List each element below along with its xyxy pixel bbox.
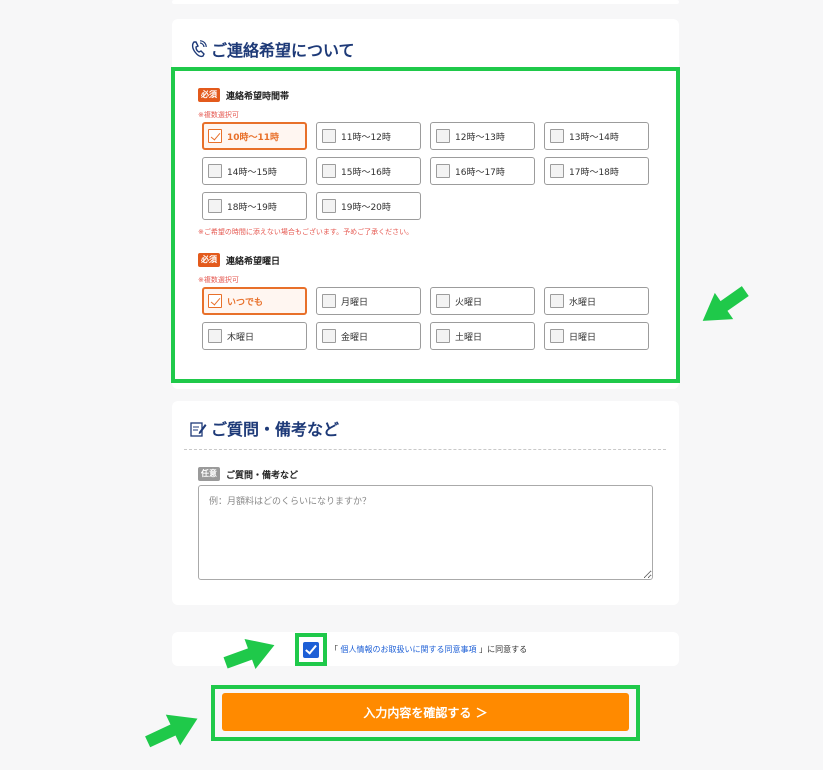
arrow-pointer-icon — [702, 286, 749, 321]
checkbox[interactable] — [436, 164, 450, 178]
time-slot-option-label: 18時～19時 — [227, 202, 277, 213]
memo-edit-icon — [190, 421, 207, 437]
time-slot-option-label: 11時～12時 — [341, 132, 391, 143]
weekday-option[interactable]: いつでも — [202, 287, 307, 315]
checkbox[interactable] — [322, 199, 336, 213]
day-field-label-text: 連絡希望曜日 — [226, 256, 281, 267]
time-slot-option-label: 16時～17時 — [455, 167, 505, 178]
contact-section-title: ご連絡希望について — [191, 37, 355, 61]
required-badge: 必須 — [198, 253, 220, 267]
arrow-pointer-icon — [145, 714, 198, 748]
time-slot-option-label: 13時～14時 — [569, 132, 619, 143]
checkbox[interactable] — [322, 294, 336, 308]
time-slot-option-label: 19時～20時 — [341, 202, 391, 213]
agreement-text: 「 個人情報のお取扱いに関する同意事項 」に同意する — [330, 644, 527, 655]
time-slot-option[interactable]: 17時～18時 — [544, 157, 649, 185]
checkbox[interactable] — [550, 329, 564, 343]
time-slot-option-label: 15時～16時 — [341, 167, 391, 178]
weekday-option[interactable]: 金曜日 — [316, 322, 421, 350]
time-slot-option[interactable]: 10時～11時 — [202, 122, 307, 150]
time-slot-option[interactable]: 19時～20時 — [316, 192, 421, 220]
time-slot-option-label: 17時～18時 — [569, 167, 619, 178]
weekday-option-label: いつでも — [227, 297, 264, 308]
time-slot-option[interactable]: 11時～12時 — [316, 122, 421, 150]
arrow-pointer-icon — [223, 638, 275, 670]
question-section-title-text: ご質問・備考など — [211, 420, 340, 439]
weekday-option-label: 火曜日 — [455, 297, 483, 308]
checkbox[interactable] — [208, 164, 222, 178]
previous-card-edge — [172, 0, 679, 4]
time-field-label: 必須 連絡希望時間帯 — [198, 88, 289, 102]
question-field-label-text: ご質問・備考など — [226, 470, 299, 481]
weekday-option[interactable]: 水曜日 — [544, 287, 649, 315]
question-section-title: ご質問・備考など — [190, 416, 339, 440]
time-multi-note: ※複数選択可 — [198, 111, 239, 119]
weekday-option-label: 土曜日 — [455, 332, 483, 343]
time-slot-option-label: 10時～11時 — [227, 132, 280, 143]
weekday-option-label: 木曜日 — [227, 332, 255, 343]
time-slot-option[interactable]: 12時～13時 — [430, 122, 535, 150]
day-multi-note: ※複数選択可 — [198, 276, 239, 284]
weekday-option[interactable]: 木曜日 — [202, 322, 307, 350]
agreement-open-bracket: 「 — [330, 645, 338, 654]
time-slot-option[interactable]: 13時～14時 — [544, 122, 649, 150]
weekday-option-label: 水曜日 — [569, 297, 597, 308]
time-slot-option[interactable]: 14時～15時 — [202, 157, 307, 185]
optional-badge: 任意 — [198, 467, 220, 481]
time-slot-option[interactable]: 15時～16時 — [316, 157, 421, 185]
weekday-option[interactable]: 火曜日 — [430, 287, 535, 315]
weekday-option-label: 金曜日 — [341, 332, 369, 343]
day-field-label: 必須 連絡希望曜日 — [198, 253, 280, 267]
checkbox[interactable] — [436, 294, 450, 308]
checkbox[interactable] — [322, 329, 336, 343]
agreement-checkbox-highlight — [295, 633, 327, 666]
checkbox[interactable] — [436, 129, 450, 143]
checkbox[interactable] — [208, 199, 222, 213]
agreement-checkbox[interactable] — [303, 641, 319, 658]
checkbox[interactable] — [208, 129, 222, 143]
weekday-option[interactable]: 日曜日 — [544, 322, 649, 350]
section-divider — [184, 449, 666, 450]
required-badge: 必須 — [198, 88, 220, 102]
checkbox[interactable] — [208, 294, 222, 308]
time-field-label-text: 連絡希望時間帯 — [226, 91, 290, 102]
agreement-close-text: 」に同意する — [479, 645, 528, 654]
question-field-label: 任意 ご質問・備考など — [198, 467, 298, 481]
checkbox[interactable] — [550, 294, 564, 308]
privacy-policy-link[interactable]: 個人情報のお取扱いに関する同意事項 — [341, 645, 477, 654]
checkbox[interactable] — [550, 164, 564, 178]
time-slot-option[interactable]: 16時～17時 — [430, 157, 535, 185]
time-warning-note: ※ご希望の時間に添えない場合もございます。予めご了承ください。 — [198, 228, 414, 236]
question-textarea[interactable] — [198, 485, 653, 580]
time-slot-option[interactable]: 18時～19時 — [202, 192, 307, 220]
time-slot-option-label: 12時～13時 — [455, 132, 505, 143]
checkbox[interactable] — [208, 329, 222, 343]
weekday-option-label: 月曜日 — [341, 297, 369, 308]
confirm-submit-button[interactable]: 入力内容を確認する ＞ — [222, 693, 629, 731]
contact-section-title-text: ご連絡希望について — [211, 41, 355, 60]
weekday-option[interactable]: 月曜日 — [316, 287, 421, 315]
checkbox[interactable] — [322, 164, 336, 178]
checkbox[interactable] — [550, 129, 564, 143]
checkbox[interactable] — [322, 129, 336, 143]
checkbox[interactable] — [436, 329, 450, 343]
phone-icon — [191, 40, 207, 58]
weekday-option-label: 日曜日 — [569, 332, 597, 343]
time-slot-option-label: 14時～15時 — [227, 167, 277, 178]
weekday-option[interactable]: 土曜日 — [430, 322, 535, 350]
